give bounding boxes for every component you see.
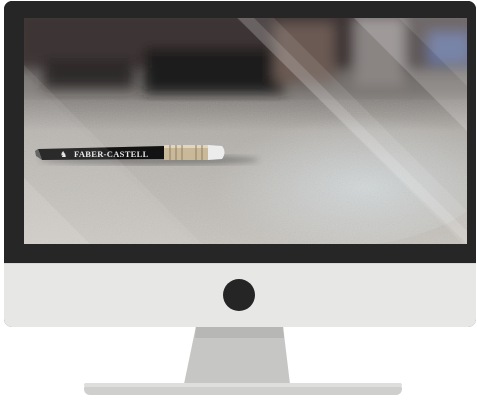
stand-base-highlight xyxy=(84,383,402,387)
monitor-screen: FABER-CASTELL ♞ xyxy=(24,18,467,244)
stand-neck-shadow xyxy=(195,326,284,338)
screen-image: FABER-CASTELL ♞ xyxy=(24,18,467,244)
home-button[interactable] xyxy=(223,279,255,311)
monitor: FABER-CASTELL ♞ xyxy=(4,1,476,327)
